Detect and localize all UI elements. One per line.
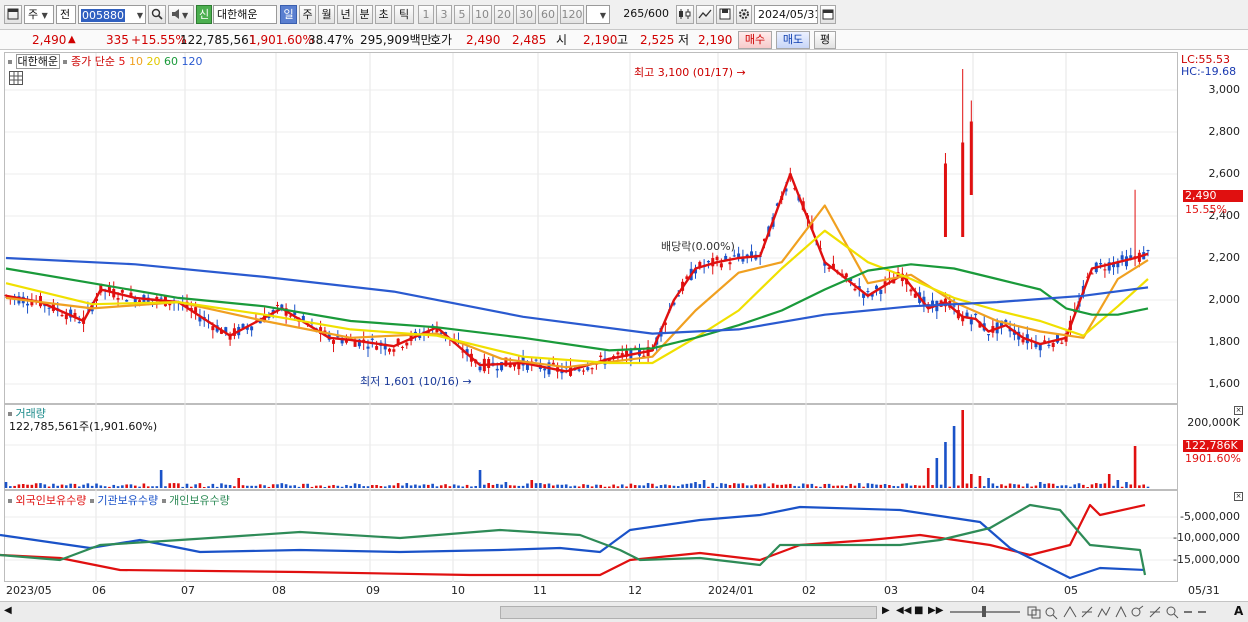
legend-ma120: 120 (181, 55, 203, 68)
legend-institution: 기관보유수량 (97, 494, 159, 507)
price-axis: LC:55.53 HC:-19.68 3,000 2,800 2,600 2,4… (1179, 52, 1244, 404)
volume-axis: 200,000K 122,786K 1901.60% (1179, 404, 1244, 490)
stop-icon[interactable]: ■ (914, 605, 923, 616)
legend-ma10: 10 (128, 55, 143, 68)
y-tick-2200: 2,200 (1208, 251, 1241, 264)
drawing-tools[interactable] (1026, 604, 1206, 620)
legend-ma-label: 종가 단순 (70, 55, 115, 68)
y-tick-1800: 1,800 (1208, 335, 1241, 348)
font-size-icon[interactable]: A (1234, 604, 1243, 618)
legend-stock-name[interactable]: 대한해운 (15, 54, 60, 69)
holding-y-tick-10m: -10,000,000 (1173, 531, 1240, 544)
x-label: 07 (181, 584, 195, 597)
legend-square-icon (8, 60, 12, 64)
price-legend: 대한해운 종가 단순 5 10 20 60 120 (8, 53, 202, 69)
y-tick-2600: 2,600 (1208, 167, 1241, 180)
holding-y-tick-5m: -5,000,000 (1180, 510, 1240, 523)
y-tick-2000: 2,000 (1208, 293, 1241, 306)
high-annotation: 최고 3,100 (01/17) → (634, 66, 746, 79)
x-end-label: 05/31 (1188, 584, 1220, 597)
holding-close-icon[interactable]: × (1234, 492, 1243, 501)
x-label: 04 (971, 584, 985, 597)
holding-legend: 외국인보유수량 기관보유수량 개인보유수량 (8, 492, 230, 508)
volume-close-icon[interactable]: × (1234, 406, 1243, 415)
legend-ma5: 5 (118, 55, 126, 68)
holding-lines (0, 503, 1147, 580)
x-label: 2023/05 (6, 584, 52, 597)
rewind-icon[interactable]: ◀◀ (896, 605, 911, 616)
current-price-tag: 2,490 (1183, 190, 1243, 202)
x-label: 10 (451, 584, 465, 597)
play-icon[interactable]: ▶ (882, 605, 890, 616)
x-label: 12 (628, 584, 642, 597)
volume-current-tag: 122,786K (1183, 440, 1243, 452)
holding-axis: -5,000,000 -10,000,000 -15,000,000 (1173, 490, 1244, 582)
y-tick-3000: 3,000 (1208, 83, 1241, 96)
x-label: 02 (802, 584, 816, 597)
legend-square-icon (63, 60, 68, 64)
y-tick-1600: 1,600 (1208, 377, 1241, 390)
x-label: 09 (366, 584, 380, 597)
holding-y-tick-15m: -15,000,000 (1173, 553, 1240, 566)
legend-ma20: 20 (146, 55, 161, 68)
x-label: 06 (92, 584, 106, 597)
individual-holding-line (0, 503, 1147, 576)
dividend-annotation: 배당락(0.00%) (661, 240, 735, 253)
x-label: 11 (533, 584, 547, 597)
current-change-tag: 15.55% (1185, 203, 1227, 216)
volume-current-pct: 1901.60% (1185, 452, 1241, 465)
x-label: 05 (1064, 584, 1078, 597)
x-label: 03 (884, 584, 898, 597)
scroll-left-icon[interactable]: ◀ (4, 605, 12, 616)
x-label: 08 (272, 584, 286, 597)
volume-y-tick: 200,000K (1187, 416, 1240, 429)
hc-value: HC:-19.68 (1181, 65, 1237, 78)
scrollbar-thumb[interactable] (500, 606, 877, 619)
volume-subtitle: 122,785,561주(1,901.60%) (9, 420, 158, 433)
legend-foreign: 외국인보유수량 (15, 494, 87, 507)
x-label: 2024/01 (708, 584, 754, 597)
legend-square-icon (8, 412, 12, 416)
bottom-controls: ◀ ▶ ◀◀ ■ ▶▶ A (0, 601, 1248, 622)
legend-ma60: 60 (163, 55, 178, 68)
y-tick-2800: 2,800 (1208, 125, 1241, 138)
legend-individual: 개인보유수량 (169, 494, 230, 507)
fast-forward-icon[interactable]: ▶▶ (928, 605, 943, 616)
table-icon[interactable] (9, 71, 23, 85)
low-annotation: 최저 1,601 (10/16) → (360, 375, 472, 388)
zoom-slider-handle[interactable] (982, 606, 986, 617)
